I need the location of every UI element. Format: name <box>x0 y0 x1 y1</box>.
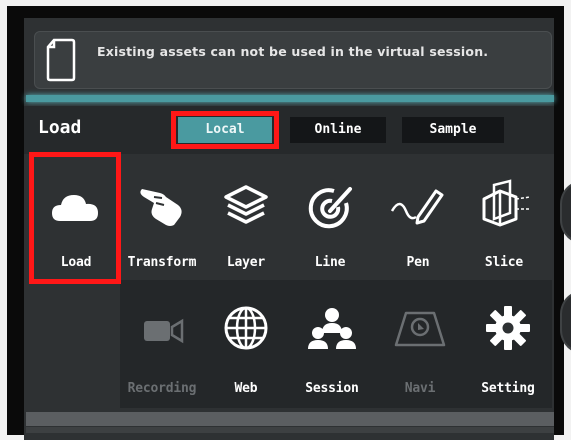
accent-divider <box>26 95 554 102</box>
load-tool-highlight <box>29 152 121 284</box>
tool-label-web: Web <box>234 381 258 396</box>
tool-recording[interactable]: Recording <box>120 283 204 407</box>
slice-icon <box>482 179 531 227</box>
tool-session[interactable]: Session <box>290 283 374 407</box>
tool-label-transform: Transform <box>127 255 197 270</box>
document-icon <box>46 38 76 82</box>
tool-label-line: Line <box>314 255 346 270</box>
panel-title: Load <box>38 117 82 138</box>
tool-navi[interactable]: Navi <box>378 283 462 407</box>
tool-label-recording: Recording <box>127 381 197 396</box>
bottom-bar <box>26 412 554 426</box>
pen-icon <box>390 189 444 225</box>
tool-slice[interactable]: Slice <box>462 157 546 281</box>
camera-icon <box>144 318 184 344</box>
layers-icon <box>224 185 268 224</box>
tool-setting[interactable]: Setting <box>466 283 550 407</box>
globe-icon <box>224 306 268 350</box>
tab-online[interactable]: Online <box>290 117 386 143</box>
tool-label-navi: Navi <box>404 381 436 396</box>
tool-line[interactable]: Line <box>288 157 372 281</box>
navigation-icon <box>394 311 446 347</box>
tool-label-setting: Setting <box>481 381 535 396</box>
tab-sample[interactable]: Sample <box>402 117 504 143</box>
tool-label-pen: Pen <box>406 255 430 270</box>
bottom-edge <box>26 427 554 433</box>
tool-layer[interactable]: Layer <box>204 157 288 281</box>
tool-label-slice: Slice <box>484 255 524 270</box>
line-target-icon <box>308 187 352 229</box>
users-icon <box>308 308 356 349</box>
tool-transform[interactable]: Transform <box>120 157 204 281</box>
tool-pen[interactable]: Pen <box>376 157 460 281</box>
notice-text: Existing assets can not be used in the v… <box>97 44 489 59</box>
gear-icon <box>486 306 530 350</box>
tool-label-layer: Layer <box>226 255 266 270</box>
tool-label-session: Session <box>305 381 359 396</box>
local-tab-highlight <box>171 111 279 149</box>
hand-icon <box>140 189 182 226</box>
tool-web[interactable]: Web <box>204 283 288 407</box>
notice-banner: Existing assets can not be used in the v… <box>34 31 552 89</box>
